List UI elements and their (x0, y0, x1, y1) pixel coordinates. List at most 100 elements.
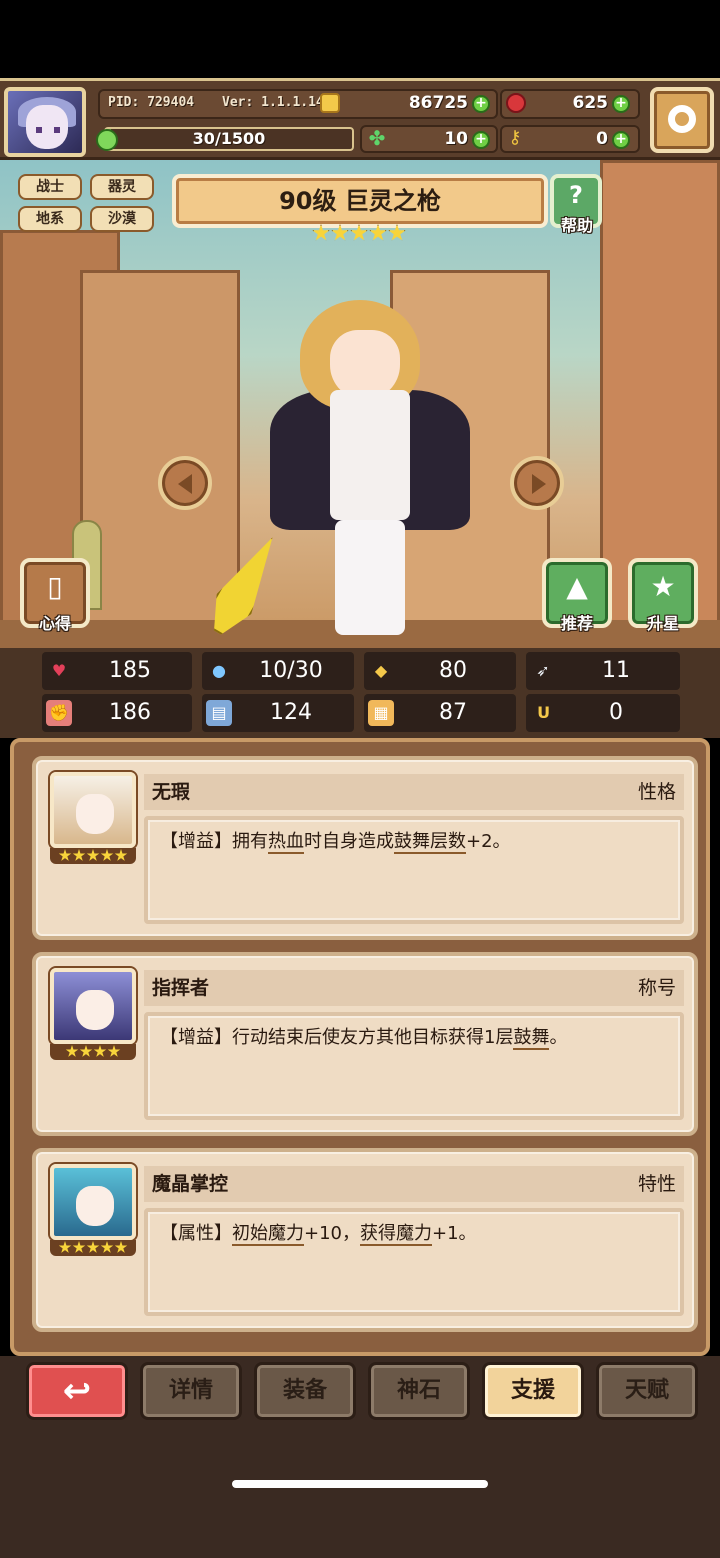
gem-count: 625 (572, 93, 609, 113)
tab-equipment[interactable]: 装备 (254, 1362, 356, 1420)
card-description: 【增益】拥有热血时自身造成鼓舞层数+2。 (144, 816, 684, 924)
skill-card[interactable]: 指挥者 称号 【增益】行动结束后使友方其他目标获得1层鼓舞。 (32, 952, 698, 1136)
stat-value: 11 (602, 658, 630, 683)
version-label: Ver: 1.1.1.14 (222, 95, 324, 110)
tag-weapon-spirit: 器灵 (90, 174, 154, 200)
portrait-face (76, 1186, 114, 1226)
tab-godstone[interactable]: 神石 (368, 1362, 470, 1420)
wing-icon: ➶ (536, 661, 550, 680)
keyword-link[interactable]: 鼓舞 (513, 1027, 550, 1050)
card-name: 无瑕 (152, 781, 191, 803)
thumbs-up-icon: ▲ (566, 570, 588, 603)
add-coin-button[interactable]: + (472, 95, 490, 113)
heart-icon: ♥ (51, 661, 67, 680)
back-button[interactable]: ↩ (26, 1362, 128, 1420)
tab-talent[interactable]: 天赋 (596, 1362, 698, 1420)
next-hero-button[interactable] (510, 456, 564, 510)
banner-icon: ▦ (368, 700, 394, 726)
avatar-eye (54, 127, 60, 133)
background-rock (80, 270, 240, 648)
hero-title-banner: 90级 巨灵之枪 (172, 174, 548, 228)
star-icon (312, 224, 330, 241)
arrow-left-icon (178, 474, 192, 494)
desc-text: 。 (549, 1027, 568, 1048)
tag-warrior: 战士 (18, 174, 82, 200)
star-icon (93, 1045, 107, 1057)
star-icon (350, 224, 368, 241)
keyword-link[interactable]: 鼓舞层数 (394, 831, 466, 854)
pid-label: PID: 729404 (108, 95, 195, 110)
skill-portrait (50, 968, 136, 1044)
skill-card[interactable]: 魔晶掌控 特性 【属性】初始魔力+10，获得魔力+1。 (32, 1148, 698, 1332)
book-icon: ▤ (206, 700, 232, 726)
stat-defense: ◆ 80 (364, 652, 516, 690)
player-avatar[interactable] (4, 87, 86, 157)
star-icon (331, 224, 349, 241)
status-area (0, 0, 720, 80)
hero-title: 90级 巨灵之枪 (279, 187, 441, 215)
key-icon: ⚷ (508, 127, 522, 148)
tab-details[interactable]: 详情 (140, 1362, 242, 1420)
keyword-link[interactable]: 初始魔力 (232, 1223, 304, 1246)
stat-value: 124 (270, 700, 312, 725)
help-label: 帮助 (560, 216, 593, 235)
tab-support[interactable]: 支援 (482, 1362, 584, 1420)
energy-bar: 30/1500 (104, 127, 354, 151)
hero-legs (335, 520, 405, 635)
star-icon (58, 849, 72, 861)
bottom-nav: ↩ 详情 装备 神石 支援 天赋 (0, 1356, 720, 1558)
coin-icon (320, 93, 340, 113)
hero-star-rating (312, 224, 408, 246)
star-icon (100, 849, 114, 861)
prev-hero-button[interactable] (158, 456, 212, 510)
droplet-icon: ● (212, 661, 226, 680)
key-count: 0 (596, 129, 608, 149)
stat-value: 186 (109, 700, 151, 725)
desc-text: 【属性】 (160, 1223, 232, 1244)
keyword-link[interactable]: 获得魔力 (360, 1223, 432, 1246)
portrait-face (76, 990, 114, 1030)
card-name: 指挥者 (152, 977, 210, 999)
keyword-link[interactable]: 热血 (268, 831, 304, 854)
card-type: 称号 (637, 977, 676, 999)
fist-icon: ✊ (46, 700, 72, 726)
arrow-right-icon (532, 474, 546, 494)
stat-value: 80 (439, 658, 467, 683)
avatar-face (26, 105, 68, 149)
star-icon (388, 224, 406, 241)
skill-portrait (50, 772, 136, 848)
stat-hp: ♥ 185 (42, 652, 192, 690)
skill-card[interactable]: 无瑕 性格 【增益】拥有热血时自身造成鼓舞层数+2。 (32, 756, 698, 940)
star-icon (72, 849, 86, 861)
desc-text: 时自身造成 (304, 831, 394, 852)
card-header (144, 774, 684, 810)
star-up-label: 升星 (646, 614, 679, 633)
stat-attack: ✊ 186 (42, 694, 192, 732)
recommend-label: 推荐 (560, 614, 593, 633)
hero-character (260, 290, 470, 640)
add-clover-button[interactable]: + (472, 131, 490, 149)
energy-text: 30/1500 (192, 129, 266, 148)
horseshoe-icon: Ս (537, 703, 549, 722)
tag-desert: 沙漠 (90, 206, 154, 232)
support-panel: 无瑕 性格 【增益】拥有热血时自身造成鼓舞层数+2。 指挥者 称号 【增益】行动… (10, 738, 710, 1356)
home-indicator[interactable] (232, 1480, 488, 1488)
stats-panel: ♥ 185 ● 10/30 ◆ 80 ➶ 11 ✊ 186 ▤ 124 ▦ 87… (0, 648, 720, 738)
stat-value: 87 (439, 700, 467, 725)
portrait-face (76, 794, 114, 834)
energy-icon (96, 129, 118, 151)
desc-text: +2。 (466, 831, 511, 852)
add-key-button[interactable]: + (612, 131, 630, 149)
tag-earth: 地系 (18, 206, 82, 232)
desc-text: +1。 (432, 1223, 477, 1244)
avatar-eye (36, 127, 42, 133)
add-gem-button[interactable]: + (612, 95, 630, 113)
settings-button[interactable] (650, 87, 714, 153)
notes-label: 心得 (38, 614, 71, 633)
gear-icon (668, 105, 696, 133)
portrait-stars (50, 1240, 136, 1256)
desc-text: 【增益】拥有 (160, 831, 268, 852)
star-icon (72, 1241, 86, 1253)
clover-icon: ✤ (368, 126, 386, 150)
coin-count: 86725 (408, 93, 468, 113)
